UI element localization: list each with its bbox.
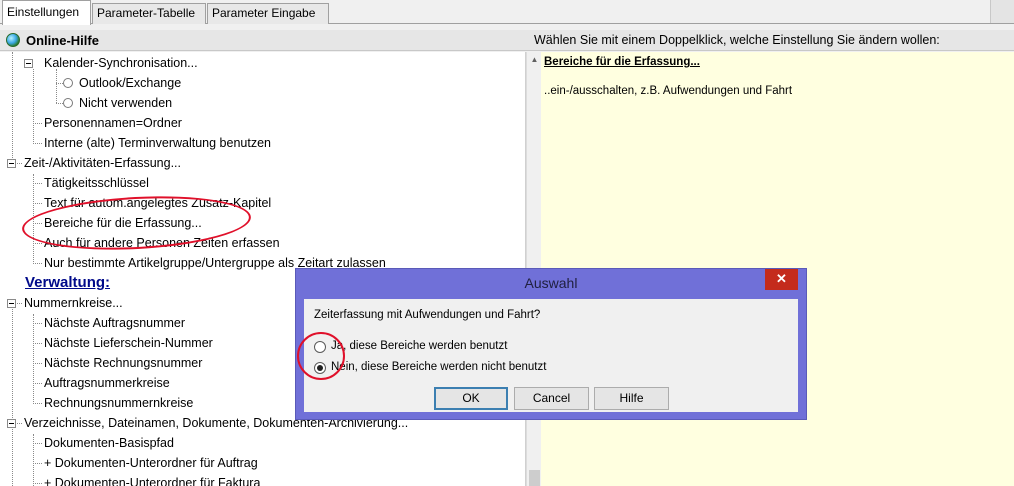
cancel-button[interactable]: Cancel <box>514 387 589 410</box>
collapse-icon[interactable] <box>7 299 16 308</box>
tree-item-andere-personen[interactable]: Auch für andere Personen Zeiten erfassen <box>44 233 280 253</box>
tree-connector <box>33 263 42 264</box>
header-bar: Online-Hilfe Wählen Sie mit einem Doppel… <box>0 30 1014 51</box>
tree-connector <box>17 303 22 304</box>
tree-connector <box>33 323 42 324</box>
dialog-body: Zeiterfassung mit Aufwendungen und Fahrt… <box>304 299 798 412</box>
tree-item-lieferschein-nummer[interactable]: Nächste Lieferschein-Nummer <box>44 333 213 353</box>
help-description: ..ein-/ausschalten, z.B. Aufwendungen un… <box>544 85 793 97</box>
tree-item-dokumenten-basispfad[interactable]: Dokumenten-Basispfad <box>44 433 174 453</box>
dialog-question: Zeiterfassung mit Aufwendungen und Fahrt… <box>314 309 541 321</box>
tree-connector <box>33 403 42 404</box>
scroll-up-icon[interactable]: ▲ <box>527 52 542 67</box>
tree-connector <box>33 463 42 464</box>
tree-item-personennamen[interactable]: Personennamen=Ordner <box>44 113 182 133</box>
tree-item-auftragsnummerkreise[interactable]: Auftragsnummerkreise <box>44 373 170 393</box>
tree-connector <box>33 443 42 444</box>
section-heading-verwaltung: Verwaltung: <box>25 274 111 291</box>
radio-icon <box>63 98 73 108</box>
tree-item-kalender-sync[interactable]: Kalender-Synchronisation... <box>44 53 198 73</box>
collapse-icon[interactable] <box>7 159 16 168</box>
tree-item-unterordner-auftrag[interactable]: + Dokumenten-Unterordner für Auftrag <box>44 453 258 473</box>
close-button[interactable]: ✕ <box>765 269 798 290</box>
tree-connector <box>33 174 34 264</box>
tree-connector <box>17 163 22 164</box>
tree-item-rechnungsnummer[interactable]: Nächste Rechnungsnummer <box>44 353 202 373</box>
tree-connector <box>12 299 13 486</box>
tab-einstellungen[interactable]: Einstellungen <box>2 0 91 25</box>
tab-parameter-tabelle[interactable]: Parameter-Tabelle <box>92 3 206 24</box>
tree-connector <box>33 203 42 204</box>
tree-connector <box>33 343 42 344</box>
tree-connector <box>33 243 42 244</box>
tab-parameter-eingabe[interactable]: Parameter Eingabe <box>207 3 329 24</box>
tree-connector <box>33 314 34 404</box>
tree-item-auftragsnummer[interactable]: Nächste Auftragsnummer <box>44 313 185 333</box>
radio-label: Ja, diese Bereiche werden benutzt <box>331 340 508 352</box>
help-button[interactable]: Hilfe <box>594 387 669 410</box>
instruction-text: Wählen Sie mit einem Doppelklick, welche… <box>534 33 940 47</box>
tree-item-interne-terminverwaltung[interactable]: Interne (alte) Terminverwaltung benutzen <box>44 133 271 153</box>
tree-connector <box>56 69 57 103</box>
tree-item-outlook-exchange[interactable]: Outlook/Exchange <box>79 73 181 93</box>
online-help-link[interactable]: Online-Hilfe <box>26 33 99 48</box>
help-title: Bereiche für die Erfassung... <box>544 56 700 68</box>
radio-button-selected[interactable] <box>314 362 326 374</box>
tree-item-nicht-verwenden[interactable]: Nicht verwenden <box>79 93 172 113</box>
auswahl-dialog: Auswahl ✕ Zeiterfassung mit Aufwendungen… <box>295 268 807 420</box>
radio-label: Nein, diese Bereiche werden nicht benutz… <box>331 361 547 373</box>
tree-item-rechnungsnummernkreise[interactable]: Rechnungsnummernkreise <box>44 393 193 413</box>
radio-button[interactable] <box>314 341 326 353</box>
tree-item-nummernkreise[interactable]: Nummernkreise... <box>24 293 123 313</box>
tab-label: Einstellungen <box>7 5 80 19</box>
tab-label: Parameter-Tabelle <box>97 6 196 20</box>
tree-connector <box>33 123 42 124</box>
tree-item-zeit-erfassung[interactable]: Zeit-/Aktivitäten-Erfassung... <box>24 153 181 173</box>
tree-connector <box>33 434 34 486</box>
tab-bar: Einstellungen Parameter-Tabelle Paramete… <box>0 0 1014 25</box>
scroll-thumb[interactable] <box>529 470 540 486</box>
tree-connector <box>33 383 42 384</box>
collapse-icon[interactable] <box>24 59 33 68</box>
tree-connector <box>33 143 42 144</box>
tree-connector <box>33 363 42 364</box>
tree-connector <box>33 69 34 144</box>
tree-connector <box>56 103 63 104</box>
radio-icon <box>63 78 73 88</box>
close-icon: ✕ <box>776 271 787 286</box>
tree-item-bereiche-erfassung[interactable]: Bereiche für die Erfassung... <box>44 213 202 233</box>
tree-connector <box>17 423 22 424</box>
tree-connector <box>33 483 42 484</box>
tree-connector <box>33 223 42 224</box>
ok-button[interactable]: OK <box>434 387 508 410</box>
tab-label: Parameter Eingabe <box>212 6 316 20</box>
tab-scroll-area <box>990 0 1014 23</box>
tree-item-zusatz-kapitel[interactable]: Text für autom.angelegtes Zusatz-Kapitel <box>44 193 271 213</box>
tree-connector <box>12 52 13 168</box>
dialog-title: Auswahl <box>524 275 578 291</box>
tree-connector <box>33 183 42 184</box>
globe-icon[interactable] <box>6 33 20 47</box>
tree-item-unterordner-faktura[interactable]: + Dokumenten-Unterordner für Faktura <box>44 473 260 486</box>
tree-connector <box>56 83 63 84</box>
tree-item-taetigkeitsschluessel[interactable]: Tätigkeitsschlüssel <box>44 173 149 193</box>
collapse-icon[interactable] <box>7 419 16 428</box>
